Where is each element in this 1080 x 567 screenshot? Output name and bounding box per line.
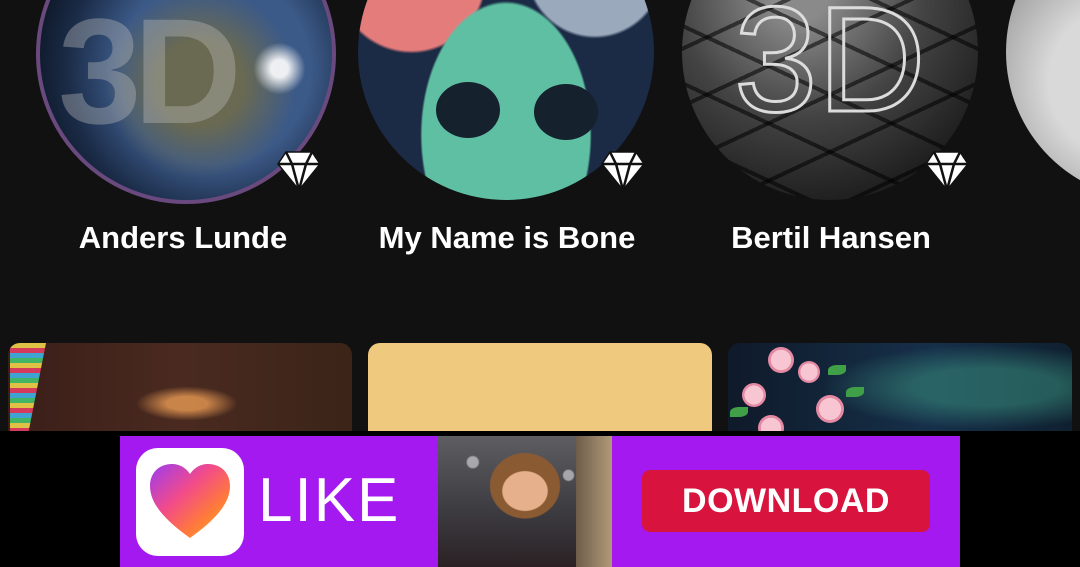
leaf [846,387,864,397]
artist-name-bertil-hansen[interactable]: Bertil Hansen [671,218,991,258]
blossom [798,361,820,383]
artist-name-my-name-is-bone[interactable]: My Name is Bone [347,218,667,258]
app-logo [136,448,244,556]
blossom [816,395,844,423]
artist-name-anders-lunde[interactable]: Anders Lunde [23,218,343,258]
screen: 3D Anders Lunde My Name is Bone 3D Berti… [0,0,1080,567]
diamond-icon [277,151,321,192]
avatar-3d-text: 3D [733,0,928,143]
diamond-icon [601,151,645,192]
avatar-3d-text: 3D [58,0,242,155]
photo-edge [576,436,612,567]
ad-photo [438,436,612,567]
leaf [730,407,748,417]
skull-eye [436,82,500,138]
blossom [768,347,794,373]
diamond-icon [925,151,969,192]
skull-eye [534,84,598,140]
heart-icon [150,464,230,538]
leaf [828,365,846,375]
ad-banner[interactable]: LIKE DOWNLOAD [120,436,960,567]
ad-brand-name: LIKE [258,466,401,535]
artist-avatar-partial[interactable] [1006,0,1080,200]
ad-container: LIKE DOWNLOAD [0,431,1080,567]
download-button[interactable]: DOWNLOAD [642,470,930,532]
blossom [742,383,766,407]
